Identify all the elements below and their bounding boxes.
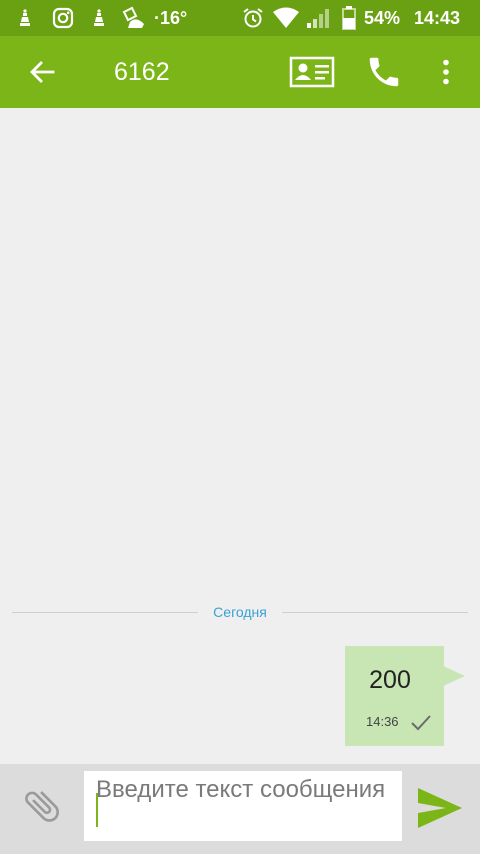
notification-app-icon (90, 0, 112, 36)
battery-icon (342, 0, 358, 36)
status-bar: ·16° 54% 14:43 (0, 0, 480, 36)
paperclip-icon (25, 791, 60, 822)
date-separator: Сегодня (12, 596, 468, 630)
temperature-text: ·16° (154, 7, 188, 28)
back-arrow-icon (30, 61, 55, 83)
weather-notification-icon (120, 0, 150, 36)
more-vert-icon (443, 59, 449, 85)
send-button[interactable] (414, 784, 466, 832)
checkmark-icon (411, 715, 431, 731)
message-composer: Введите текст сообщения (0, 764, 480, 854)
text-cursor (96, 793, 98, 827)
notification-app-icon (16, 0, 38, 36)
message-text: 200 (369, 666, 411, 694)
message-input-placeholder: Введите текст сообщения (96, 776, 386, 803)
bubble-tail (443, 666, 465, 686)
battery-percent: 54% (364, 7, 401, 28)
clock: 14:43 (414, 7, 461, 28)
date-label: Сегодня (12, 604, 468, 620)
call-button[interactable] (362, 36, 406, 108)
signal-icon (306, 0, 334, 36)
app-bar: 6162 (0, 36, 480, 108)
message-input[interactable]: Введите текст сообщения (84, 771, 402, 841)
back-button[interactable] (20, 36, 64, 108)
wifi-icon (272, 0, 302, 36)
message-time: 14:36 (366, 714, 399, 729)
send-icon (418, 788, 462, 828)
contact-card-button[interactable] (288, 36, 336, 108)
phone-icon (369, 57, 399, 87)
alarm-icon (242, 0, 266, 36)
attach-button[interactable] (20, 784, 64, 828)
instagram-icon (52, 0, 76, 36)
outgoing-message-bubble[interactable]: 200 14:36 (345, 646, 465, 746)
overflow-menu-button[interactable] (430, 36, 462, 108)
conversation-title: 6162 (114, 57, 170, 86)
contact-card-icon (289, 56, 335, 88)
